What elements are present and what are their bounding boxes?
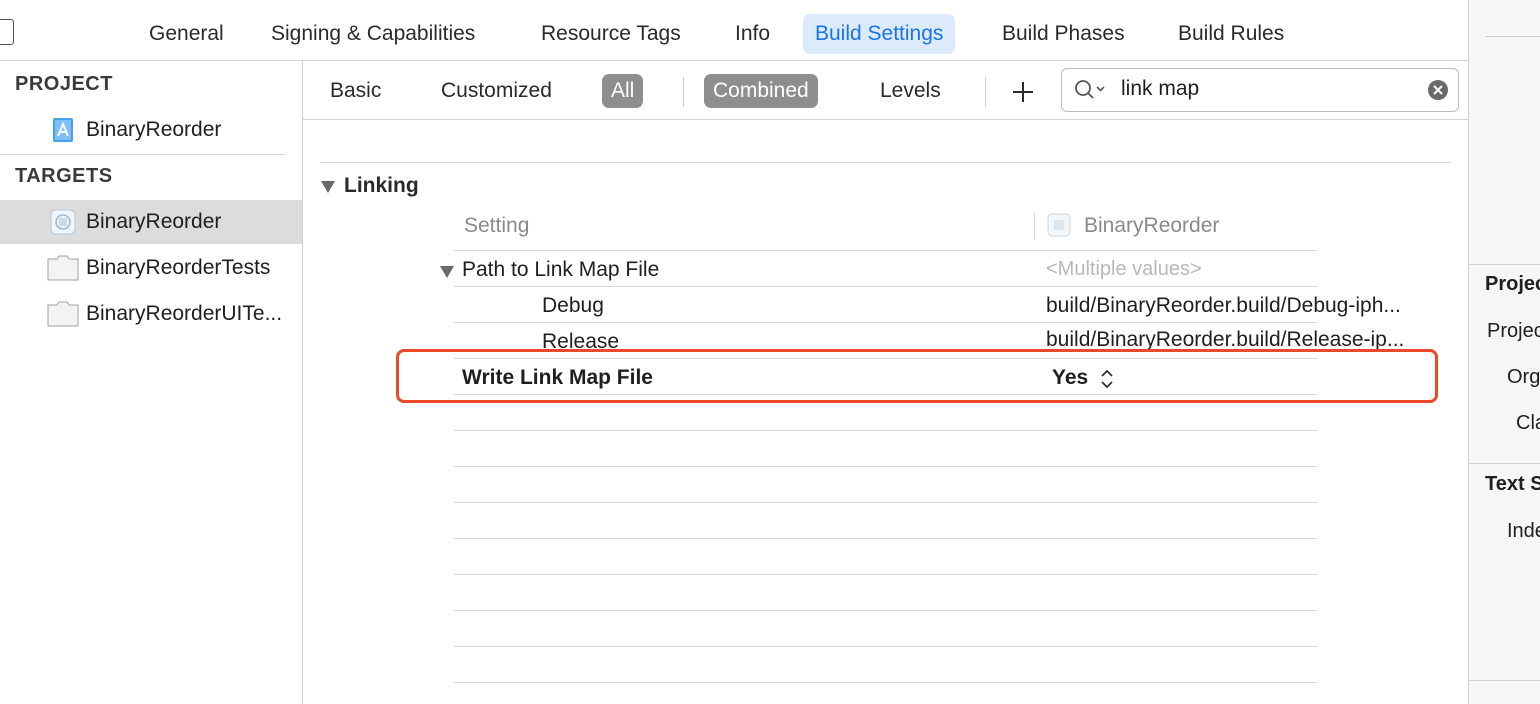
- setting-value-multiple[interactable]: <Multiple values>: [1046, 258, 1202, 281]
- setting-name-path-to-link-map: Path to Link Map File: [462, 258, 660, 281]
- app-target-icon: [1047, 213, 1071, 243]
- section-title-linking: Linking: [344, 174, 419, 197]
- row-divider: [454, 646, 1318, 647]
- tab-resource-tags[interactable]: Resource Tags: [529, 14, 693, 54]
- filter-divider: [683, 77, 684, 107]
- project-navigator-sidebar: PROJECT BinaryReorder TARGETS BinaryReor…: [0, 61, 303, 704]
- row-divider: [454, 538, 1318, 539]
- inspector-divider: [1469, 463, 1540, 464]
- sidebar-item-target-tests[interactable]: BinaryReorderTests: [0, 246, 302, 290]
- sidebar-item-target-uitests[interactable]: BinaryReorderUITe...: [0, 292, 302, 336]
- inspector-panel: Projec Projec Org Cla Text S Inde: [1468, 0, 1540, 704]
- filter-customized-button[interactable]: Customized: [432, 74, 561, 108]
- inspector-label: Cla: [1516, 412, 1540, 434]
- setting-name-debug: Debug: [542, 294, 604, 317]
- row-divider: [454, 610, 1318, 611]
- tab-build-settings[interactable]: Build Settings: [803, 14, 956, 54]
- row-divider: [454, 286, 1318, 287]
- test-bundle-icon: [47, 301, 79, 327]
- sidebar-item-label: BinaryReorderTests: [86, 256, 271, 279]
- sidebar-divider: [0, 154, 286, 155]
- build-settings-filter-bar: Basic Customized All Combined Levels lin…: [303, 61, 1468, 120]
- tab-build-rules[interactable]: Build Rules: [1166, 14, 1296, 54]
- plus-icon[interactable]: [1010, 79, 1036, 105]
- inspector-divider: [1485, 36, 1540, 37]
- test-bundle-icon: [47, 255, 79, 281]
- row-divider: [454, 502, 1318, 503]
- row-divider: [454, 250, 1318, 251]
- disclosure-triangle-icon[interactable]: [439, 262, 455, 286]
- app-target-icon: [50, 209, 76, 235]
- editor-tab-bar: General Signing & Capabilities Resource …: [0, 0, 1468, 61]
- search-input[interactable]: link map: [1121, 77, 1199, 101]
- section-top-divider: [320, 162, 1451, 163]
- tab-signing-capabilities[interactable]: Signing & Capabilities: [259, 14, 487, 54]
- row-divider: [454, 466, 1318, 467]
- row-divider: [454, 682, 1318, 683]
- row-divider: [454, 322, 1318, 323]
- search-icon: [1074, 79, 1108, 107]
- inspector-divider: [1469, 264, 1540, 265]
- inspector-divider: [1469, 680, 1540, 681]
- row-divider: [454, 574, 1318, 575]
- row-divider: [454, 430, 1318, 431]
- inspector-section-project: Projec: [1485, 273, 1540, 295]
- targets-section-header: TARGETS: [15, 165, 113, 187]
- sidebar-item-label: BinaryReorder: [86, 118, 222, 141]
- column-header-target: BinaryReorder: [1084, 214, 1220, 237]
- sidebar-item-label: BinaryReorder: [86, 210, 222, 233]
- column-divider: [1034, 212, 1035, 240]
- inspector-label: Org: [1507, 366, 1540, 388]
- filter-divider: [985, 77, 986, 107]
- xcode-project-icon: [50, 117, 76, 143]
- clear-search-icon[interactable]: [1427, 79, 1449, 107]
- tab-build-phases[interactable]: Build Phases: [990, 14, 1137, 54]
- column-header-setting: Setting: [464, 214, 530, 237]
- tab-general[interactable]: General: [137, 14, 236, 54]
- sidebar-item-target-app[interactable]: BinaryReorder: [0, 200, 302, 244]
- inspector-label: Inde: [1507, 520, 1540, 542]
- sidebar-item-project[interactable]: BinaryReorder: [0, 108, 302, 152]
- filter-basic-button[interactable]: Basic: [321, 74, 390, 108]
- inspector-label: Projec: [1487, 320, 1540, 342]
- search-field[interactable]: link map: [1061, 68, 1459, 112]
- sidebar-toggle-icon[interactable]: [0, 19, 14, 45]
- view-levels-button[interactable]: Levels: [871, 74, 950, 108]
- disclosure-triangle-icon[interactable]: [320, 177, 336, 201]
- inspector-section-text-settings: Text S: [1485, 473, 1540, 495]
- view-combined-button[interactable]: Combined: [704, 74, 818, 108]
- filter-all-button[interactable]: All: [602, 74, 644, 108]
- setting-value-debug[interactable]: build/BinaryReorder.build/Debug-iph...: [1046, 294, 1401, 318]
- project-section-header: PROJECT: [15, 73, 113, 95]
- tab-info[interactable]: Info: [723, 14, 782, 54]
- sidebar-item-label: BinaryReorderUITe...: [86, 302, 283, 325]
- highlight-annotation-box: [396, 349, 1438, 403]
